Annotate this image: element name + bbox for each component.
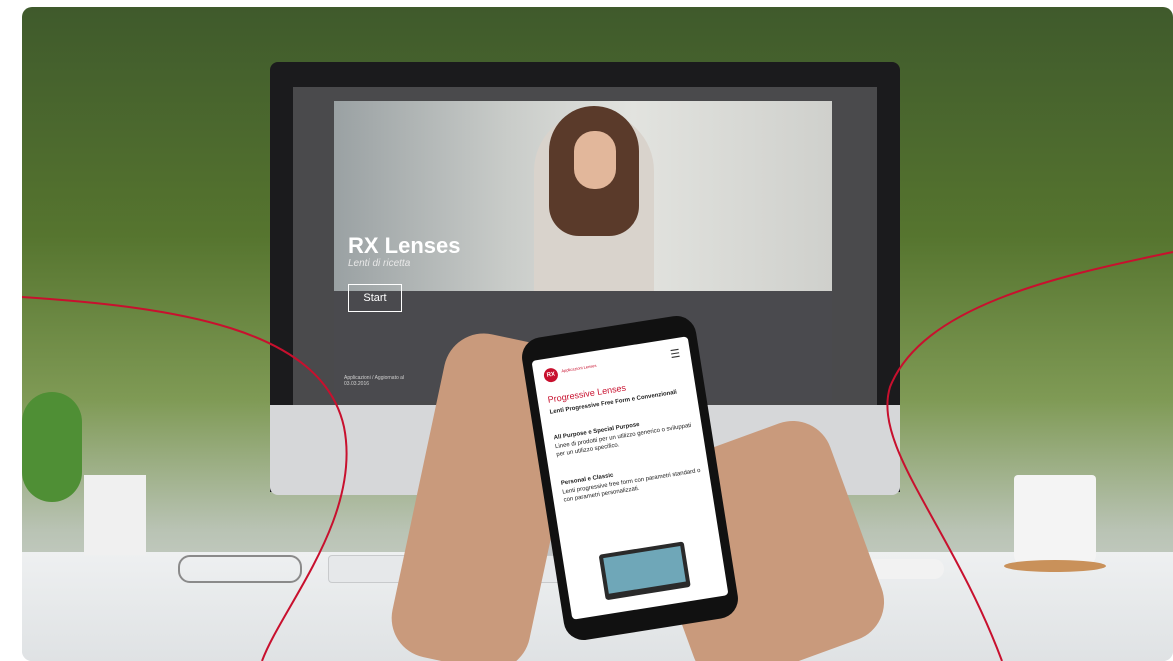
red-curves (22, 251, 1173, 661)
photo-frame: RX Lenses Lenti di ricetta Start Applica… (22, 7, 1173, 661)
red-curve-right (886, 251, 1173, 661)
red-curve-left (22, 296, 348, 661)
